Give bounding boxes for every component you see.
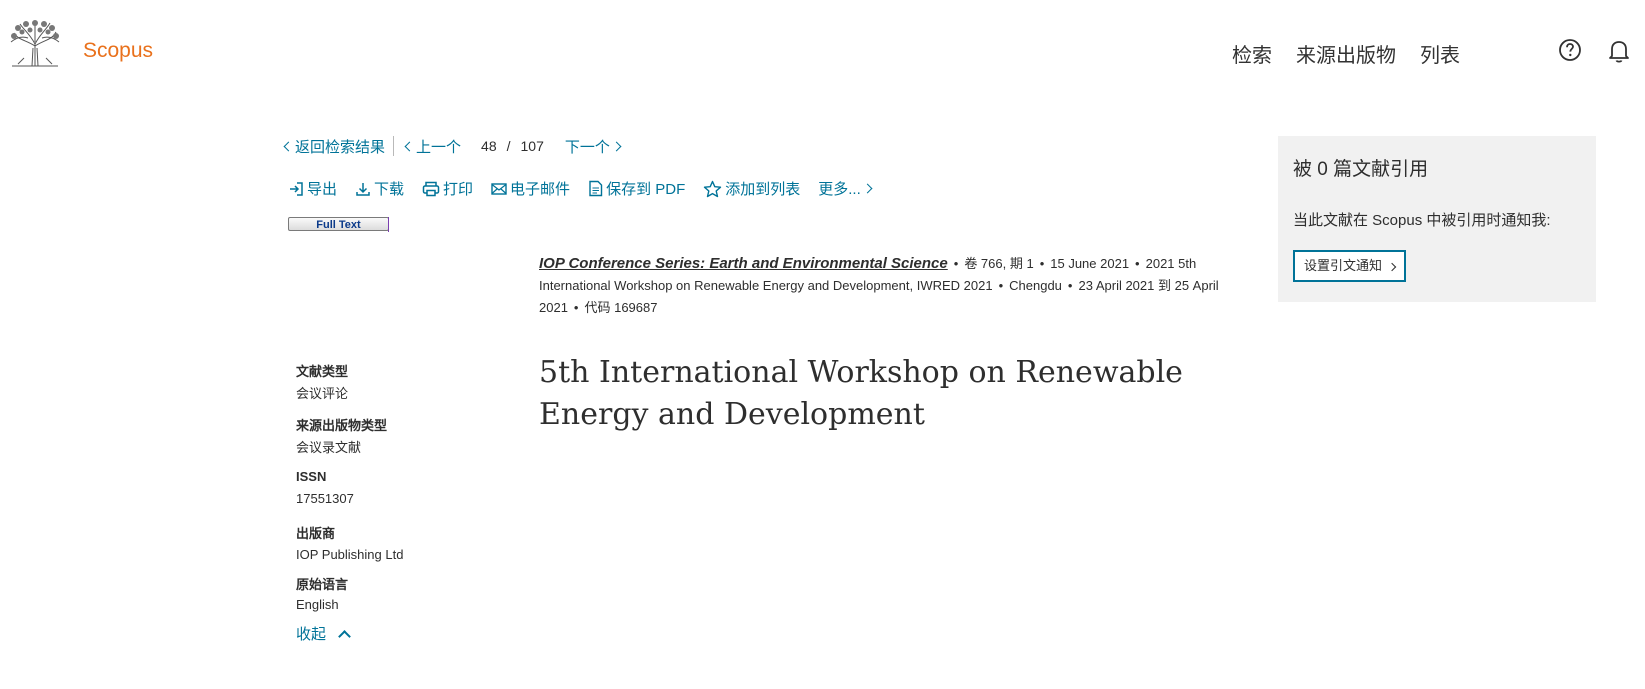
next-link[interactable]: 下一个 [564,136,622,157]
issn-value: 17551307 [296,491,354,506]
document-title: 5th International Workshop on Renewable … [539,355,1183,432]
download-icon [356,182,370,196]
print-button[interactable]: 打印 [422,178,473,199]
download-label: 下载 [374,181,405,198]
chevron-left-icon [283,141,294,151]
previous-link[interactable]: 上一个 [404,136,461,157]
chevron-right-icon [862,183,873,194]
add-to-list-button[interactable]: 添加到列表 [703,178,800,199]
nav-lists[interactable]: 列表 [1420,39,1460,68]
help-icon[interactable] [1558,38,1582,67]
document-type-label: 文献类型 [296,364,349,379]
set-citation-alert-button[interactable]: 设置引文通知 [1293,250,1406,282]
publication-date: 15 June 2021 [1050,256,1130,271]
publisher-label: 出版商 [296,526,336,541]
nav-sources[interactable]: 来源出版物 [1296,39,1396,68]
pager-divider: / [506,138,511,154]
chevron-right-icon [1387,262,1396,272]
divider [393,136,395,156]
conference-location: Chengdu [1009,278,1062,293]
export-label: 导出 [307,181,338,198]
issn-label: ISSN [296,469,327,484]
text-caret [388,217,389,232]
original-language-label: 原始语言 [296,577,349,592]
chevron-up-icon [338,629,351,643]
elsevier-logo[interactable] [8,18,62,68]
document-type-value: 会议评论 [296,386,349,401]
download-button[interactable]: 下载 [355,178,404,199]
nav-search[interactable]: 检索 [1232,39,1272,68]
cited-by-count: 被 0 篇文献引用 [1293,159,1429,180]
next-label: 下一个 [564,138,610,156]
source-type-label: 来源出版物类型 [296,418,388,433]
export-icon [290,181,303,196]
add-to-list-label: 添加到列表 [725,181,801,198]
save-pdf-label: 保存到 PDF [606,181,686,198]
export-button[interactable]: 导出 [288,178,337,199]
bullet: • [998,278,1004,293]
back-to-results-label: 返回检索结果 [295,138,386,156]
bullet: • [573,300,579,315]
email-label: 电子邮件 [510,181,571,198]
publisher-value: IOP Publishing Ltd [296,547,404,562]
original-language-value: English [296,597,339,612]
email-button[interactable]: 电子邮件 [491,178,570,199]
more-button[interactable]: 更多... [818,178,873,199]
print-label: 打印 [443,181,474,198]
journal-link[interactable]: IOP Conference Series: Earth and Environ… [539,255,948,272]
back-to-results-link[interactable]: 返回检索结果 [283,136,385,157]
bullet: • [953,256,959,271]
volume-issue: 卷 766, 期 1 [964,256,1034,271]
printer-icon [422,181,440,196]
result-navigation: 返回检索结果 上一个 48 / 107 下一个 [283,135,622,157]
pdf-icon [589,180,603,197]
envelope-icon [491,182,507,195]
full-text-button[interactable]: Full Text [288,217,389,231]
previous-label: 上一个 [416,138,462,156]
source-type-value: 会议录文献 [296,440,362,455]
star-icon [704,180,722,197]
source-information: IOP Conference Series: Earth and Environ… [539,253,1239,319]
save-pdf-button[interactable]: 保存到 PDF [588,178,685,199]
document-toolbar: 导出 下载 打印 电子邮件 保存到 PDF 添加到列表 更多... [288,178,889,199]
chevron-right-icon [611,141,622,151]
bullet: • [1067,278,1073,293]
bell-icon[interactable] [1607,38,1631,69]
chevron-left-icon [404,141,415,151]
bullet: • [1039,256,1045,271]
current-index: 48 [481,138,497,154]
bullet: • [1135,256,1140,271]
citation-notify-text: 当此文献在 Scopus 中被引用时通知我: [1293,212,1551,229]
total-results: 107 [520,138,544,154]
set-citation-alert-label: 设置引文通知 [1304,258,1383,273]
collapse-label: 收起 [296,626,327,643]
collapse-button[interactable]: 收起 [296,623,351,644]
scopus-brand[interactable]: Scopus [83,39,153,63]
more-label: 更多... [818,181,861,198]
conference-code: 代码 169687 [584,300,658,315]
